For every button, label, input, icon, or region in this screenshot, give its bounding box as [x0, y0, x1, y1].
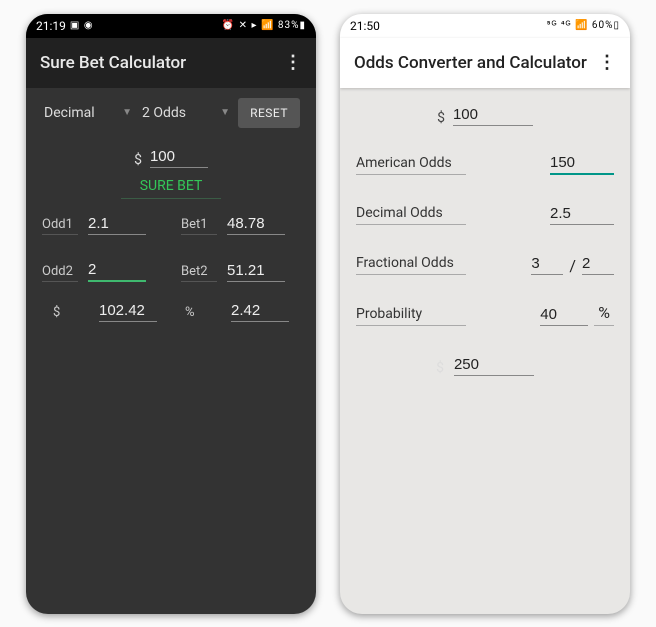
status-time: 21:19: [36, 19, 66, 33]
currency-label: $: [134, 152, 142, 168]
american-odds-input[interactable]: [550, 152, 614, 175]
status-bar: 21:19 ▣ ◉ ⏰ ✕ ▸ 📶 83%▮: [26, 14, 316, 38]
odd1-input[interactable]: [88, 213, 146, 235]
status-left-icons: ▣ ◉: [70, 20, 94, 31]
status-right-icons: ⁵ᴳ ⁴ᴳ 📶 60%▯: [547, 20, 620, 31]
app-bar: Sure Bet Calculator ⋮: [26, 38, 316, 88]
bet1-output: [227, 213, 285, 235]
more-menu-icon[interactable]: ⋮: [598, 52, 616, 73]
currency-label: $: [437, 110, 445, 126]
odds-count-value: 2 Odds: [142, 105, 186, 121]
odds-count-dropdown[interactable]: 2 Odds ▼: [140, 99, 232, 127]
dropdown-arrow-icon: ▼: [122, 107, 132, 118]
fraction-separator: /: [569, 256, 576, 275]
surebet-indicator: SURE BET: [121, 178, 221, 199]
decimal-odds-label: Decimal Odds: [356, 205, 466, 225]
result-currency-label: $: [436, 360, 444, 376]
reset-button[interactable]: RESET: [238, 98, 300, 128]
fractional-odds-label: Fractional Odds: [356, 255, 466, 275]
percent-label: %: [594, 303, 614, 326]
percent-label: %: [185, 305, 221, 322]
surebet-screen: 21:19 ▣ ◉ ⏰ ✕ ▸ 📶 83%▮ Sure Bet Calculat…: [26, 14, 316, 614]
odd2-label: Odd2: [42, 264, 78, 282]
fraction-numerator-input[interactable]: [531, 253, 563, 275]
status-time: 21:50: [350, 19, 380, 33]
decimal-odds-input[interactable]: [550, 203, 614, 225]
odds-format-dropdown[interactable]: Decimal ▼: [42, 99, 134, 127]
bet1-label: Bet1: [181, 217, 217, 235]
page-title: Sure Bet Calculator: [40, 53, 186, 73]
total-return-output: [99, 300, 157, 322]
odd2-input[interactable]: [88, 259, 146, 282]
stake-input[interactable]: [453, 104, 533, 126]
fraction-denominator-input[interactable]: [582, 253, 614, 275]
probability-label: Probability: [356, 306, 466, 326]
dropdown-arrow-icon: ▼: [220, 107, 230, 118]
content-area: Decimal ▼ 2 Odds ▼ RESET $ SURE BET Odd1…: [26, 88, 316, 614]
status-bar: 21:50 ⁵ᴳ ⁴ᴳ 📶 60%▯: [340, 14, 630, 38]
converter-screen: 21:50 ⁵ᴳ ⁴ᴳ 📶 60%▯ Odds Converter and Ca…: [340, 14, 630, 614]
probability-input[interactable]: [540, 304, 588, 326]
page-title: Odds Converter and Calculator: [354, 53, 587, 73]
total-currency-label: $: [53, 305, 89, 322]
bet2-label: Bet2: [181, 264, 217, 282]
more-menu-icon[interactable]: ⋮: [284, 52, 302, 73]
app-bar: Odds Converter and Calculator ⋮: [340, 38, 630, 88]
profit-percent-output: [231, 300, 289, 322]
stake-input[interactable]: [150, 146, 208, 168]
odds-format-value: Decimal: [44, 105, 95, 121]
bet2-output: [227, 260, 285, 282]
content-area: $ American Odds Decimal Odds Fractional …: [340, 88, 630, 614]
result-output: [454, 354, 534, 376]
american-odds-label: American Odds: [356, 155, 466, 175]
status-right-icons: ⏰ ✕ ▸ 📶 83%▮: [222, 20, 306, 31]
odd1-label: Odd1: [42, 217, 78, 235]
